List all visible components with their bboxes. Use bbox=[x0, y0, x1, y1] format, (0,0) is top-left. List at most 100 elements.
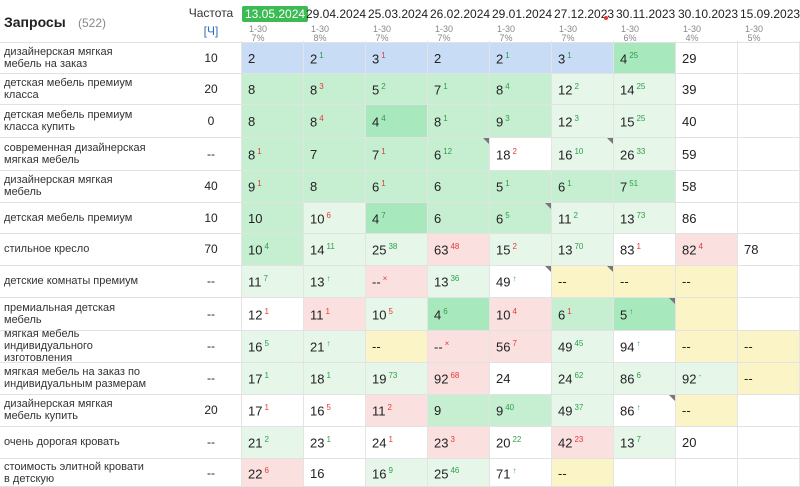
position-cell[interactable]: 13 ↑ bbox=[304, 266, 365, 297]
position-cell[interactable]: 14 11 bbox=[304, 234, 365, 265]
position-cell[interactable]: 15 2 bbox=[490, 234, 551, 265]
date-column-header[interactable]: 30.10.2023 bbox=[676, 6, 738, 22]
date-column-header[interactable]: 29.04.2024 bbox=[304, 6, 366, 22]
position-cell[interactable]: -- × bbox=[366, 266, 427, 297]
position-cell[interactable]: 86 ↑ bbox=[614, 395, 675, 426]
position-cell[interactable]: 49 45 bbox=[552, 331, 613, 362]
position-cell[interactable]: 83 bbox=[304, 74, 365, 104]
position-cell[interactable]: 9 bbox=[428, 395, 489, 426]
position-cell[interactable]: 11 1 bbox=[304, 298, 365, 330]
position-cell[interactable]: 19 73 bbox=[366, 363, 427, 394]
keyword-label[interactable]: дизайнерская мягкая мебель bbox=[4, 174, 176, 198]
position-cell[interactable]: 16 5 bbox=[304, 395, 365, 426]
position-cell[interactable]: 84 bbox=[304, 105, 365, 137]
position-cell[interactable]: 92 68 bbox=[428, 363, 489, 394]
keyword-label[interactable]: мягкая мебель на заказ по индивидуальным … bbox=[4, 366, 176, 390]
position-cell[interactable]: 71 bbox=[428, 74, 489, 104]
position-cell[interactable]: 56 7 bbox=[490, 331, 551, 362]
position-cell[interactable]: 12 2 bbox=[552, 74, 613, 104]
keyword-label[interactable]: стоимость элитной кровати в детскую bbox=[4, 461, 176, 485]
position-cell[interactable]: 49 ↑ bbox=[490, 266, 551, 297]
position-cell[interactable] bbox=[738, 266, 799, 297]
position-cell[interactable]: 40 bbox=[676, 105, 737, 137]
position-cell[interactable] bbox=[738, 203, 799, 233]
position-cell[interactable]: 78 bbox=[738, 234, 799, 265]
position-cell[interactable]: 81 bbox=[242, 138, 303, 170]
position-cell[interactable]: -- bbox=[552, 459, 613, 487]
position-cell[interactable]: 16 10 bbox=[552, 138, 613, 170]
position-cell[interactable] bbox=[738, 138, 799, 170]
position-cell[interactable]: 8 bbox=[242, 105, 303, 137]
position-cell[interactable]: 18 2 bbox=[490, 138, 551, 170]
position-cell[interactable]: 13 7 bbox=[614, 427, 675, 458]
keyword-label[interactable]: дизайнерская мягкая мебель купить bbox=[4, 398, 176, 422]
date-column-header[interactable]: 25.03.2024 bbox=[366, 6, 428, 22]
position-cell[interactable]: 4 25 bbox=[614, 43, 675, 73]
position-cell[interactable]: 82 4 bbox=[676, 234, 737, 265]
position-cell[interactable]: 21 ↑ bbox=[304, 331, 365, 362]
position-cell[interactable]: 15 25 bbox=[614, 105, 675, 137]
position-cell[interactable]: 91 bbox=[242, 171, 303, 202]
position-cell[interactable]: 31 bbox=[366, 43, 427, 73]
position-cell[interactable]: 5 ↑ bbox=[614, 298, 675, 330]
position-cell[interactable] bbox=[614, 459, 675, 487]
position-cell[interactable]: 10 4 bbox=[490, 298, 551, 330]
position-cell[interactable]: 52 bbox=[366, 74, 427, 104]
position-cell[interactable]: 58 bbox=[676, 171, 737, 202]
position-cell[interactable]: 86 6 bbox=[614, 363, 675, 394]
position-cell[interactable]: 92- bbox=[676, 363, 737, 394]
position-cell[interactable]: 81 bbox=[428, 105, 489, 137]
position-cell[interactable]: -- bbox=[552, 266, 613, 297]
position-cell[interactable]: -- bbox=[738, 363, 799, 394]
position-cell[interactable] bbox=[738, 43, 799, 73]
position-cell[interactable]: 17 1 bbox=[242, 395, 303, 426]
keyword-label[interactable]: дизайнерская мягкая мебель на заказ bbox=[4, 46, 176, 70]
position-cell[interactable]: 25 46 bbox=[428, 459, 489, 487]
frequency-type-link[interactable]: [Ч] bbox=[184, 24, 238, 38]
position-cell[interactable] bbox=[738, 171, 799, 202]
position-cell[interactable] bbox=[738, 74, 799, 104]
position-cell[interactable]: 10 4 bbox=[242, 234, 303, 265]
position-cell[interactable]: 93 bbox=[490, 105, 551, 137]
position-cell[interactable]: 13 36 bbox=[428, 266, 489, 297]
position-cell[interactable]: 17 1 bbox=[242, 363, 303, 394]
position-cell[interactable]: -- × bbox=[428, 331, 489, 362]
position-cell[interactable]: 29 bbox=[676, 43, 737, 73]
position-cell[interactable]: 22 6 bbox=[242, 459, 303, 487]
position-cell[interactable]: 20 bbox=[676, 427, 737, 458]
position-cell[interactable]: 23 1 bbox=[304, 427, 365, 458]
position-cell[interactable]: 10 5 bbox=[366, 298, 427, 330]
position-cell[interactable] bbox=[738, 105, 799, 137]
position-cell[interactable]: 11 7 bbox=[242, 266, 303, 297]
position-cell[interactable]: 49 37 bbox=[552, 395, 613, 426]
position-cell[interactable]: 13 70 bbox=[552, 234, 613, 265]
position-cell[interactable] bbox=[676, 459, 737, 487]
position-cell[interactable]: 26 33 bbox=[614, 138, 675, 170]
position-cell[interactable]: 61 bbox=[366, 171, 427, 202]
position-cell[interactable]: 13 73 bbox=[614, 203, 675, 233]
position-cell[interactable]: -- bbox=[366, 331, 427, 362]
position-cell[interactable]: 83 1 bbox=[614, 234, 675, 265]
position-cell[interactable]: 23 3 bbox=[428, 427, 489, 458]
keyword-label[interactable]: мягкая мебель индивидуального изготовления bbox=[4, 328, 176, 364]
position-cell[interactable]: -- bbox=[738, 331, 799, 362]
position-cell[interactable]: 16 9 bbox=[366, 459, 427, 487]
position-cell[interactable]: 71 ↑ bbox=[490, 459, 551, 487]
position-cell[interactable]: 6 bbox=[428, 203, 489, 233]
position-cell[interactable]: 31 bbox=[552, 43, 613, 73]
position-cell[interactable]: 12 1 bbox=[242, 298, 303, 330]
position-cell[interactable]: 65 bbox=[490, 203, 551, 233]
position-cell[interactable]: -- bbox=[676, 331, 737, 362]
date-column-header[interactable]: 13.05.2024 bbox=[242, 6, 309, 22]
keyword-label[interactable]: очень дорогая кровать bbox=[4, 436, 176, 448]
position-cell[interactable]: 94 ↑ bbox=[614, 331, 675, 362]
keyword-label[interactable]: детская мебель премиум класса купить bbox=[4, 109, 176, 133]
position-cell[interactable]: 2 bbox=[428, 43, 489, 73]
keyword-label[interactable]: детская мебель премиум класса bbox=[4, 77, 176, 101]
position-cell[interactable]: 18 1 bbox=[304, 363, 365, 394]
keyword-label[interactable]: детская мебель премиум bbox=[4, 212, 176, 224]
position-cell[interactable]: 24 1 bbox=[366, 427, 427, 458]
position-cell[interactable]: 6 12 bbox=[428, 138, 489, 170]
position-cell[interactable]: -- bbox=[614, 266, 675, 297]
position-cell[interactable] bbox=[676, 298, 737, 330]
